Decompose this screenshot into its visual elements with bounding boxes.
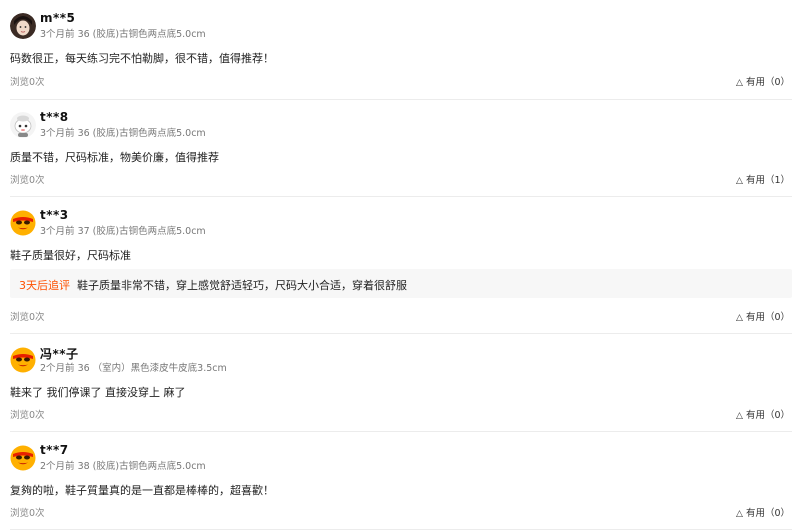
triangle-up-icon: △ — [736, 509, 743, 519]
helpful-label: 有用（0） — [745, 312, 790, 323]
review-content: 鞋来了 我们停课了 直接没穿上 麻了 — [10, 386, 186, 399]
helpful-label: 有用（1） — [745, 175, 790, 186]
orange-mascot-avatar-icon — [10, 210, 36, 236]
review-content: 码数很正，每天练习完不怕勒脚，很不错，值得推荐！ — [10, 52, 274, 65]
username[interactable]: t**7 — [40, 443, 69, 457]
helpful-label: 有用（0） — [745, 508, 790, 519]
review-meta: 2个月前 38 (胶底)古铜色两点底5.0cm — [40, 461, 206, 472]
username[interactable]: m**5 — [40, 11, 75, 25]
view-count: 浏览0次 — [10, 508, 45, 519]
helpful-label: 有用（0） — [745, 410, 790, 421]
helpful-button[interactable]: △ 有用（0） — [736, 505, 790, 519]
avatar[interactable] — [10, 210, 36, 236]
review-content: 鞋子质量很好，尺码标准 — [10, 249, 131, 262]
avatar[interactable] — [10, 13, 36, 39]
review-meta: 2个月前 36 （室内）黑色漆皮牛皮底3.5cm — [40, 363, 227, 374]
avatar[interactable] — [10, 445, 36, 471]
review-item: t**3 3个月前 37 (胶底)古铜色两点底5.0cm 鞋子质量很好，尺码标准… — [10, 208, 792, 334]
triangle-up-icon: △ — [736, 313, 743, 323]
followup-tag: 3天后追评 — [19, 279, 70, 292]
review-item: m**5 3个月前 36 (胶底)古铜色两点底5.0cm 码数很正，每天练习完不… — [10, 11, 792, 100]
review-item: t**8 3个月前 36 (胶底)古铜色两点底5.0cm 质量不错，尺码标准，物… — [10, 110, 792, 197]
followup-review: 3天后追评 鞋子质量非常不错，穿上感觉舒适轻巧，尺码大小合适，穿着很舒服 — [10, 269, 792, 298]
white-cartoon-avatar-icon — [10, 112, 36, 138]
view-count: 浏览0次 — [10, 410, 45, 421]
triangle-up-icon: △ — [736, 176, 743, 186]
triangle-up-icon: △ — [736, 78, 743, 88]
view-count: 浏览0次 — [10, 77, 45, 88]
followup-content: 鞋子质量非常不错，穿上感觉舒适轻巧，尺码大小合适，穿着很舒服 — [77, 279, 407, 292]
girl-photo-avatar-icon — [10, 13, 36, 39]
review-meta: 3个月前 36 (胶底)古铜色两点底5.0cm — [40, 29, 206, 40]
review-meta: 3个月前 37 (胶底)古铜色两点底5.0cm — [40, 226, 206, 237]
review-content: 复夠的啦，鞋子質量真的是一直都是棒棒的，超喜歡！ — [10, 484, 274, 497]
review-item: t**7 2个月前 38 (胶底)古铜色两点底5.0cm 复夠的啦，鞋子質量真的… — [10, 443, 792, 530]
orange-mascot-avatar-icon — [10, 445, 36, 471]
helpful-button[interactable]: △ 有用（0） — [736, 407, 790, 421]
review-meta: 3个月前 36 (胶底)古铜色两点底5.0cm — [40, 128, 206, 139]
review-item: 冯**子 2个月前 36 （室内）黑色漆皮牛皮底3.5cm 鞋来了 我们停课了 … — [10, 347, 792, 432]
username[interactable]: t**8 — [40, 110, 69, 124]
username[interactable]: t**3 — [40, 208, 69, 222]
view-count: 浏览0次 — [10, 175, 45, 186]
avatar[interactable] — [10, 112, 36, 138]
triangle-up-icon: △ — [736, 411, 743, 421]
orange-mascot-avatar-icon — [10, 347, 36, 373]
avatar[interactable] — [10, 347, 36, 373]
helpful-button[interactable]: △ 有用（0） — [736, 309, 790, 323]
helpful-label: 有用（0） — [745, 77, 790, 88]
helpful-button[interactable]: △ 有用（1） — [736, 172, 790, 186]
helpful-button[interactable]: △ 有用（0） — [736, 74, 790, 88]
review-content: 质量不错，尺码标准，物美价廉，值得推荐 — [10, 151, 219, 164]
view-count: 浏览0次 — [10, 312, 45, 323]
